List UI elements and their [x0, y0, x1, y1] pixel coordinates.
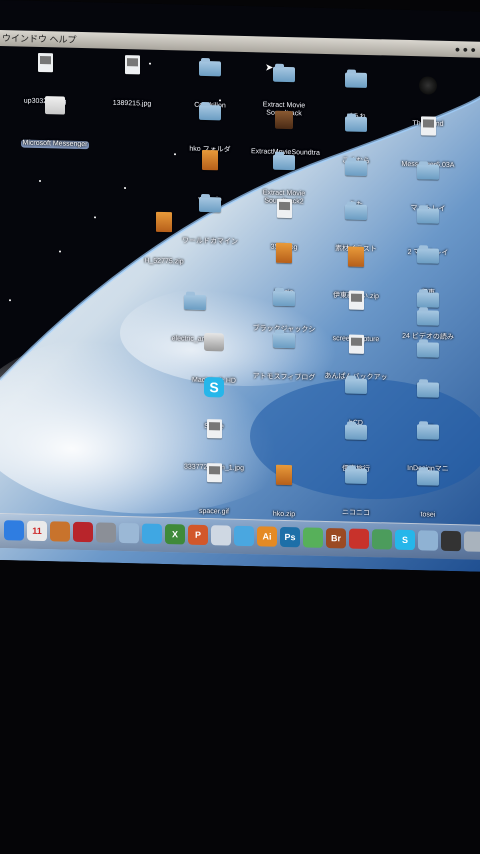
folder-icon [345, 72, 367, 88]
messenger-app-icon [45, 96, 65, 115]
dashboard-icon[interactable] [441, 530, 461, 552]
illustrator-icon[interactable]: Ai [257, 526, 277, 547]
folder-icon [199, 60, 221, 77]
folder-icon [345, 378, 367, 394]
mouse-pointer-icon: ➤ [265, 62, 274, 74]
desktop-icon[interactable]: アトモスフィブログ [249, 332, 319, 385]
desktop-icon-label: hko.zip [272, 510, 296, 519]
folder-icon [417, 164, 439, 180]
calendar-icon[interactable]: 11 [27, 520, 47, 542]
photo-booth-icon[interactable] [73, 521, 93, 543]
mail-icon[interactable] [119, 522, 139, 544]
desktop-icon-label: 1389215.jpg [112, 99, 152, 108]
zip-file-icon [276, 464, 292, 486]
downloads-icon[interactable] [418, 530, 438, 551]
installer-file-icon [420, 116, 436, 136]
skype-app-icon: S [204, 376, 224, 398]
desktop-icon[interactable]: Microsoft Messenger [20, 95, 90, 151]
folder-icon [345, 204, 367, 220]
excel-icon[interactable]: X [165, 524, 185, 545]
folder-icon [417, 208, 439, 224]
image-file-icon [206, 419, 222, 439]
image-file-icon [348, 290, 364, 310]
desktop-icon[interactable]: 1389215.jpg [97, 54, 167, 111]
zip-file-icon [348, 246, 364, 267]
app-icon [419, 76, 437, 95]
folder-icon [417, 310, 439, 326]
desktop-icon[interactable]: H_52775.zip [129, 211, 199, 269]
safari-icon[interactable] [142, 523, 162, 544]
photoshop-icon[interactable]: Ps [280, 526, 300, 548]
finder-icon[interactable] [4, 520, 24, 541]
desktop-icon-label: Microsoft Messenger [20, 139, 90, 150]
desktop-icon[interactable]: InDesignマニ [393, 424, 463, 477]
messenger-icon[interactable] [303, 527, 323, 548]
image-file-icon [124, 55, 140, 75]
folder-icon [417, 470, 439, 486]
folder-icon [417, 292, 439, 308]
desktop-icon-label: spacer.gif [199, 507, 229, 516]
zip-file-icon [156, 211, 172, 233]
menu-bar-status-icons[interactable]: ● ● ● [455, 41, 476, 58]
folder-icon [417, 342, 439, 358]
folder-icon [345, 468, 367, 484]
zip-file-icon [276, 242, 292, 264]
desktop-icon-label: ニコニコ [342, 509, 370, 518]
mac-desktop-screen: ウインドウ ヘルプ ● ● ● up303299.jpg1389215.jpgC… [0, 0, 480, 572]
folder-icon [273, 154, 295, 171]
itunes-icon[interactable] [234, 525, 254, 547]
trash-icon[interactable] [464, 531, 480, 552]
folder-icon [199, 104, 221, 121]
desktop-icon-label: tosei [420, 511, 436, 519]
menu-bar-items[interactable]: ウインドウ ヘルプ [2, 30, 77, 48]
desktop-icon[interactable]: hko.zip [249, 464, 319, 522]
folder-icon [273, 66, 295, 83]
folder-icon [417, 248, 439, 264]
folder-icon [273, 290, 295, 307]
archive-icon [275, 110, 293, 130]
address-book-icon[interactable] [50, 521, 70, 542]
folder-icon [417, 382, 439, 398]
folder-icon [273, 332, 295, 349]
desktop-icon-label: アトモスフィブログ [252, 373, 316, 382]
folder-icon [184, 294, 206, 311]
system-preferences-icon[interactable] [96, 522, 116, 543]
image-file-icon [37, 52, 53, 73]
folder-icon [345, 424, 367, 440]
desktop-icon[interactable]: ニコニコ [321, 468, 391, 521]
app-store-icon[interactable] [372, 529, 392, 550]
desktop-icon-label: H_52775.zip [144, 257, 184, 266]
zip-file-icon [202, 149, 218, 171]
folder-icon [345, 160, 367, 176]
folder-icon [345, 116, 367, 132]
image-file-icon [206, 463, 222, 483]
preview-icon[interactable] [211, 525, 231, 546]
document-file-icon [348, 334, 364, 354]
desktop-icon[interactable]: bCD [321, 378, 391, 431]
bridge-icon[interactable]: Br [326, 527, 346, 549]
folder-icon [417, 424, 439, 440]
flash-icon[interactable] [349, 528, 369, 550]
folder-icon [199, 196, 221, 213]
skype-icon[interactable]: S [395, 529, 415, 551]
desktop-icon[interactable]: tosei [393, 470, 463, 523]
powerpoint-icon[interactable]: P [188, 524, 208, 546]
desktop-icon[interactable]: spacer.gif [179, 462, 249, 519]
hard-disk-icon [204, 332, 224, 352]
image-file-icon [276, 198, 292, 219]
